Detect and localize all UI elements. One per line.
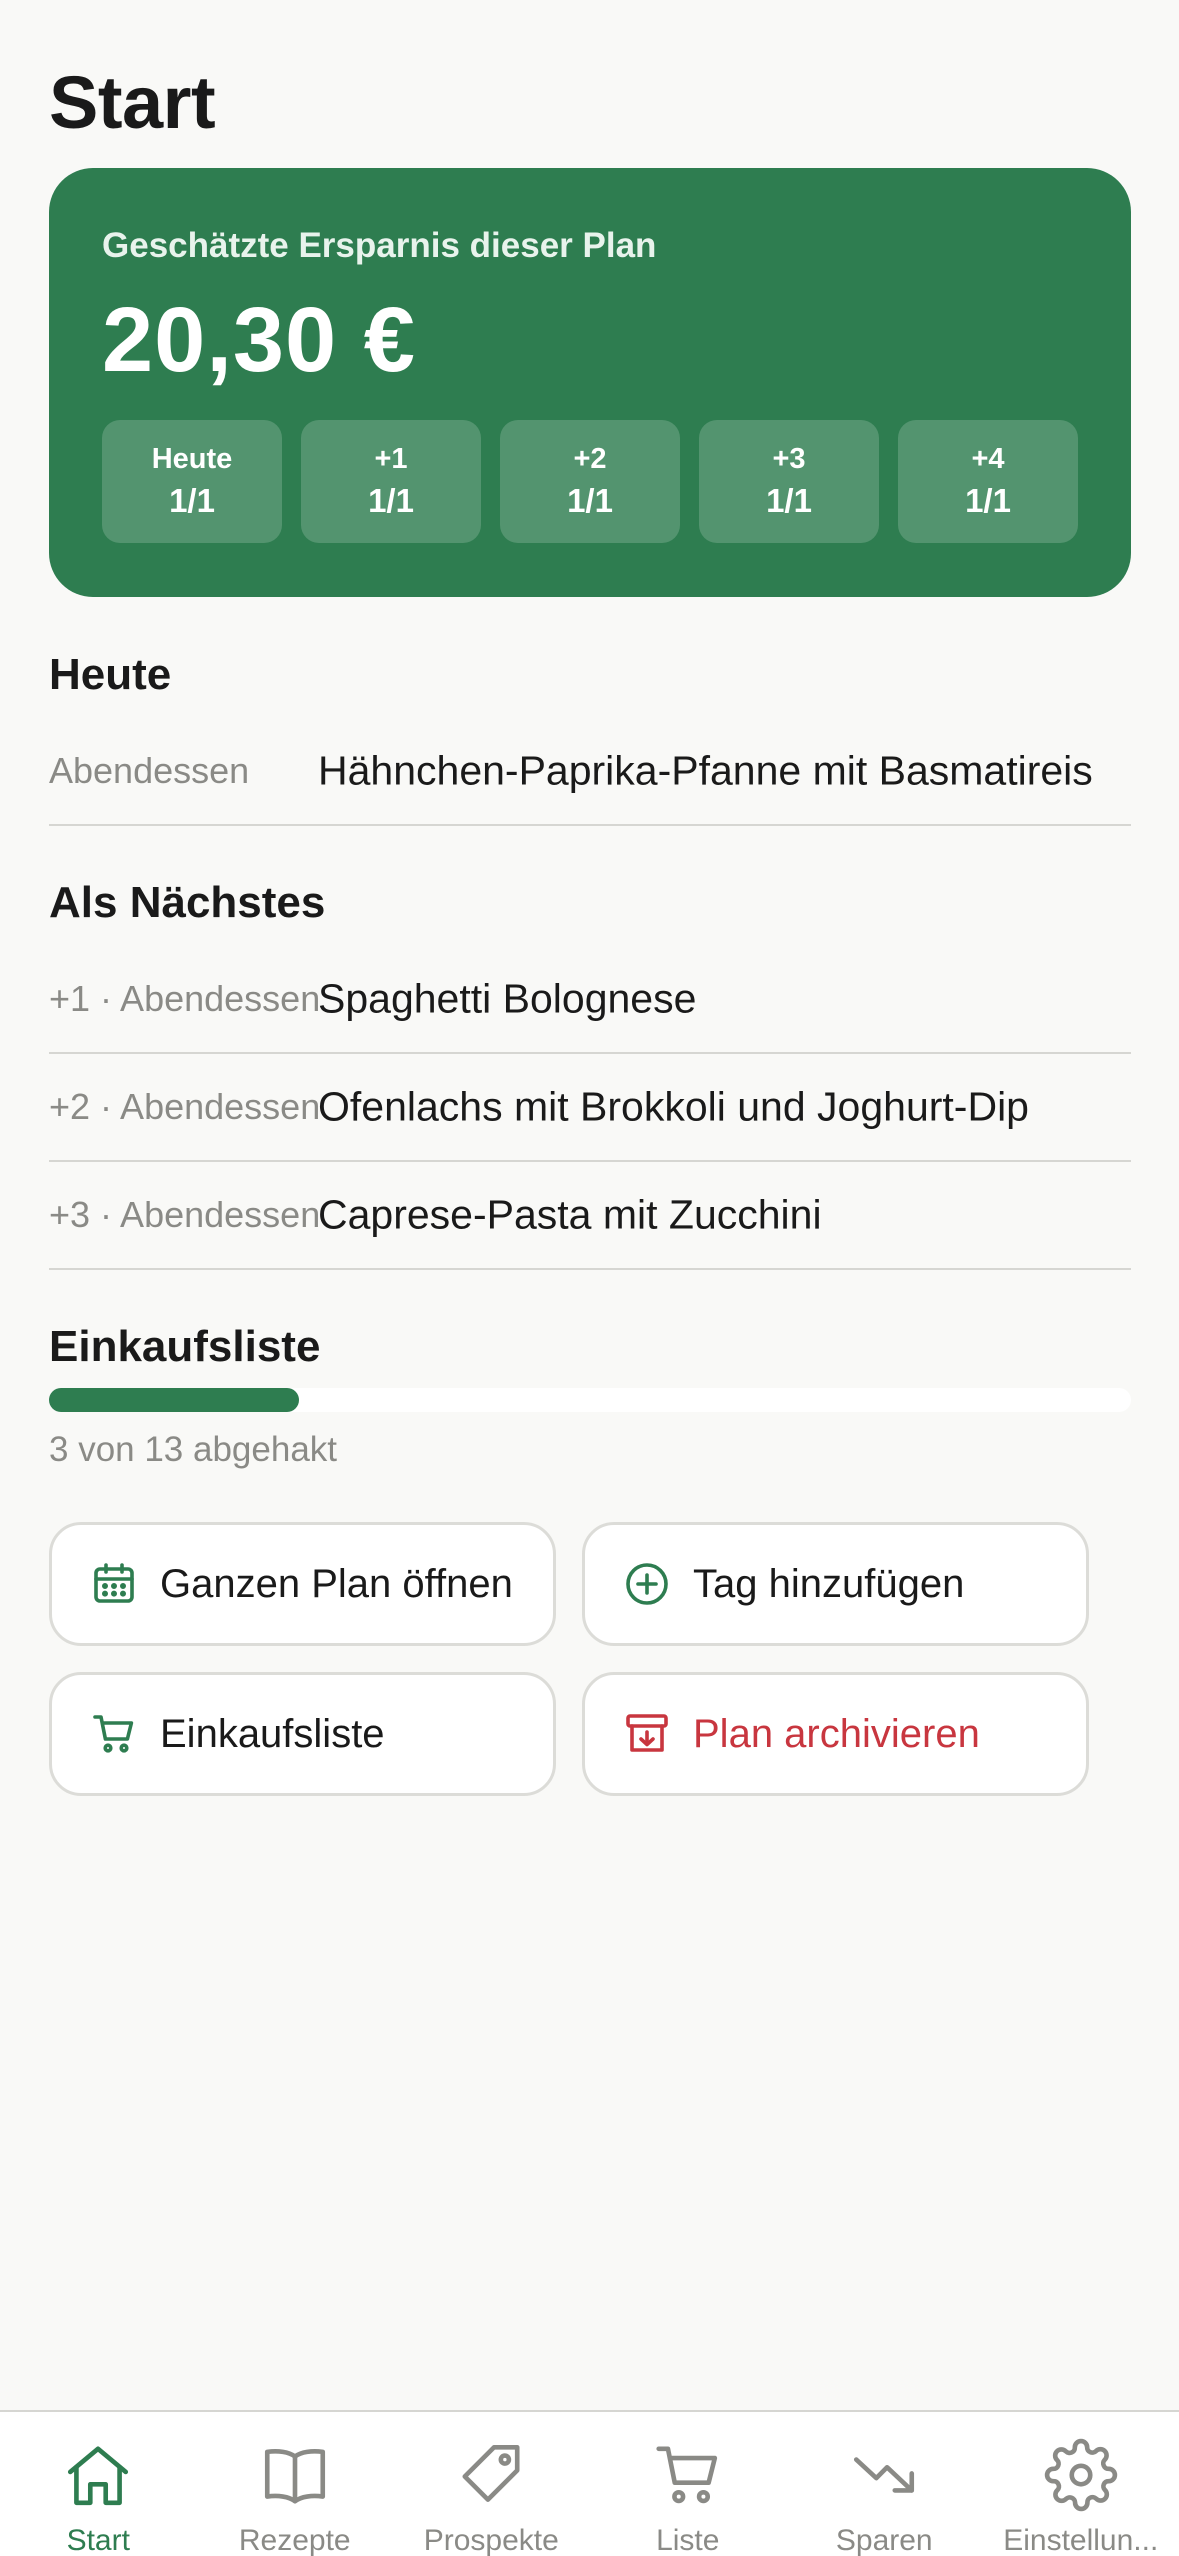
gear-icon (1044, 2438, 1118, 2512)
section-title-shopping: Einkaufsliste (49, 1322, 321, 1371)
day-chip-plus-4[interactable]: +4 1/1 (898, 420, 1078, 543)
meal-row-next-1[interactable]: +1 · Abendessen Spaghetti Bolognese (49, 946, 1131, 1054)
chip-day-label: +2 (573, 443, 607, 475)
meal-row-next-3[interactable]: +3 · Abendessen Caprese-Pasta mit Zucchi… (49, 1162, 1131, 1270)
meal-meta: +2 · Abendessen (49, 1086, 321, 1127)
open-plan-button[interactable]: Ganzen Plan öffnen (49, 1522, 556, 1646)
chip-day-label: +1 (374, 443, 408, 475)
chip-day-label: Heute (151, 443, 233, 475)
chip-count: 1/1 (169, 482, 215, 519)
day-chips: Heute 1/1 +1 1/1 +2 1/1 +3 1/1 +4 1/1 (102, 420, 1078, 543)
cart-icon (651, 2438, 725, 2512)
archive-icon (623, 1710, 671, 1758)
chip-count: 1/1 (965, 482, 1011, 519)
chip-day-label: +3 (772, 443, 806, 475)
open-plan-label: Ganzen Plan öffnen (160, 1561, 513, 1606)
tab-label: Rezepte (238, 2524, 351, 2556)
day-chip-plus-3[interactable]: +3 1/1 (699, 420, 879, 543)
tab-einstellungen[interactable]: Einstellun... (983, 2412, 1179, 2556)
home-icon (61, 2438, 135, 2512)
chip-day-label: +4 (971, 443, 1005, 475)
meal-name: Caprese-Pasta mit Zucchini (318, 1191, 822, 1238)
chip-count: 1/1 (766, 482, 812, 519)
add-day-label: Tag hinzufügen (693, 1561, 965, 1606)
meal-meta: Abendessen (49, 750, 250, 791)
day-chip-plus-2[interactable]: +2 1/1 (500, 420, 680, 543)
shopping-progress-bar (49, 1388, 1131, 1412)
meal-row-next-2[interactable]: +2 · Abendessen Ofenlachs mit Brokkoli u… (49, 1054, 1131, 1162)
trend-down-icon (847, 2438, 921, 2512)
meal-name: Hähnchen-Paprika-Pfanne mit Basmatireis (318, 747, 1093, 794)
tab-label: Prospekte (423, 2524, 559, 2556)
day-chip-today[interactable]: Heute 1/1 (102, 420, 282, 543)
meal-meta: +3 · Abendessen (49, 1194, 321, 1235)
tab-sparen[interactable]: Sparen (786, 2412, 983, 2556)
chip-count: 1/1 (567, 482, 613, 519)
shopping-list-label: Einkaufsliste (160, 1711, 385, 1756)
day-chip-plus-1[interactable]: +1 1/1 (301, 420, 481, 543)
archive-plan-button[interactable]: Plan archivieren (582, 1672, 1089, 1796)
tab-label: Sparen (835, 2524, 933, 2556)
book-icon (258, 2438, 332, 2512)
meal-name: Spaghetti Bolognese (318, 975, 697, 1022)
tab-rezepte[interactable]: Rezepte (197, 2412, 394, 2556)
savings-amount: 20,30 € (102, 289, 416, 391)
cart-icon (90, 1710, 138, 1758)
tab-label: Liste (656, 2524, 720, 2556)
meal-name: Ofenlachs mit Brokkoli und Joghurt-Dip (318, 1083, 1029, 1130)
tab-start[interactable]: Start (0, 2412, 197, 2556)
meal-row-today[interactable]: Abendessen Hähnchen-Paprika-Pfanne mit B… (49, 718, 1131, 826)
meal-meta: +1 · Abendessen (49, 978, 321, 1019)
plus-circle-icon (623, 1560, 671, 1608)
page-title: Start (49, 61, 216, 144)
chip-count: 1/1 (368, 482, 414, 519)
shopping-progress-caption: 3 von 13 abgehakt (49, 1430, 338, 1469)
section-title-today: Heute (49, 650, 172, 699)
tab-liste[interactable]: Liste (590, 2412, 787, 2556)
savings-card: Geschätzte Ersparnis dieser Plan 20,30 €… (49, 168, 1131, 597)
add-day-button[interactable]: Tag hinzufügen (582, 1522, 1089, 1646)
tab-label: Einstellun... (1003, 2524, 1159, 2556)
section-title-next: Als Nächstes (49, 878, 326, 927)
shopping-list-button[interactable]: Einkaufsliste (49, 1672, 556, 1796)
calendar-icon (90, 1560, 138, 1608)
shopping-progress-fill (49, 1388, 299, 1412)
archive-plan-label: Plan archivieren (693, 1711, 980, 1756)
savings-label: Geschätzte Ersparnis dieser Plan (102, 226, 657, 265)
tag-icon (454, 2438, 528, 2512)
tab-label: Start (66, 2524, 130, 2556)
tab-prospekte[interactable]: Prospekte (393, 2412, 590, 2556)
tab-bar: Start Rezepte Prospekte Liste Sparen Ein… (0, 2410, 1179, 2556)
